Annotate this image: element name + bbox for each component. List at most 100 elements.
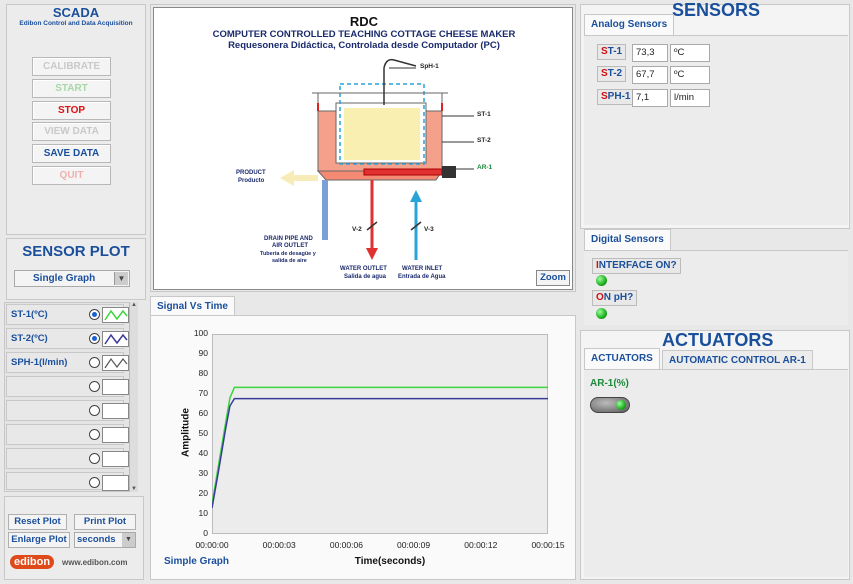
- y-tick-label: 10: [198, 508, 208, 518]
- water-inlet-label: WATER INLET: [402, 266, 443, 272]
- st2-value: 67,7: [632, 66, 668, 84]
- channel-radio[interactable]: [89, 309, 100, 320]
- channel-line-preview: [102, 403, 129, 419]
- graph-footer-label: Simple Graph: [164, 556, 230, 567]
- on-ph-indicator: ON pH?: [592, 290, 638, 306]
- channel-row[interactable]: ST-1(ºC): [6, 304, 129, 325]
- reset-plot-button[interactable]: Reset Plot: [8, 514, 67, 530]
- cheese-content: [344, 108, 420, 160]
- ar1-toggle[interactable]: [590, 397, 630, 413]
- calibrate-button[interactable]: CALIBRATE: [32, 57, 111, 76]
- sph1-value: 7,1: [632, 89, 668, 107]
- channel-row-empty[interactable]: [6, 376, 129, 397]
- drain-label-1: DRAIN PIPE AND: [264, 236, 313, 242]
- sensor-tag-st1: ST-1: [597, 44, 627, 60]
- x-tick-label: 00:00:15: [531, 540, 565, 550]
- st1-label: ST-1: [477, 111, 491, 118]
- channel-line-preview: [102, 379, 129, 395]
- channel-row-empty[interactable]: [6, 424, 129, 445]
- zoom-button[interactable]: Zoom: [536, 270, 570, 286]
- sensors-title: SENSORS: [672, 0, 761, 20]
- heating-element: [363, 168, 443, 176]
- scroll-up-icon[interactable]: ▲: [130, 302, 138, 308]
- x-tick-label: 00:00:06: [329, 540, 363, 550]
- graph-mode-select[interactable]: Single Graph ▼: [14, 270, 130, 287]
- tab-automatic-control-ar1[interactable]: AUTOMATIC CONTROL AR-1: [662, 350, 813, 370]
- sph1-unit: l/min: [670, 89, 710, 107]
- channel-scrollbar[interactable]: ▲ ▼: [129, 302, 138, 492]
- y-tick-label: 20: [198, 488, 208, 498]
- view-data-button[interactable]: VIEW DATA: [32, 122, 111, 141]
- ar1-led: [616, 400, 626, 410]
- channel-line-preview: [102, 331, 129, 347]
- quit-button[interactable]: QUIT: [32, 166, 111, 185]
- channel-label: ST-2(ºC): [11, 333, 48, 344]
- product-label: PRODUCT: [236, 170, 266, 176]
- edibon-url: www.edibon.com: [62, 558, 128, 567]
- water-inlet-label-es: Entrada de Agua: [398, 274, 446, 280]
- channel-label: ST-1(ºC): [11, 309, 48, 320]
- y-tick-label: 50: [198, 428, 208, 438]
- y-tick-label: 90: [198, 348, 208, 358]
- st1-unit: ºC: [670, 44, 710, 62]
- ar1-label: AR-1(%): [590, 378, 629, 389]
- process-diagram: RDC COMPUTER CONTROLLED TEACHING COTTAGE…: [153, 7, 573, 290]
- channel-radio[interactable]: [89, 333, 100, 344]
- drain-pipe: [322, 180, 328, 240]
- channel-radio[interactable]: [89, 453, 100, 464]
- sensor-plot-title: SENSOR PLOT: [22, 243, 130, 260]
- channel-radio[interactable]: [89, 405, 100, 416]
- sph1-label: SpH-1: [420, 63, 439, 70]
- channel-line-preview: [102, 355, 129, 371]
- start-button[interactable]: START: [32, 79, 111, 98]
- tab-signal-vs-time[interactable]: Signal Vs Time: [150, 296, 235, 316]
- time-unit-value: seconds: [77, 534, 116, 545]
- channel-row-empty[interactable]: [6, 472, 129, 491]
- chevron-down-icon: ▼: [122, 533, 135, 547]
- water-outlet-label-es: Salida de agua: [344, 274, 387, 280]
- st1-value: 73,3: [632, 44, 668, 62]
- sensor-plot-panel: SENSOR PLOT: [6, 238, 146, 300]
- y-tick-label: 60: [198, 408, 208, 418]
- tab-digital-sensors[interactable]: Digital Sensors: [584, 229, 671, 251]
- product-label-es: Producto: [238, 178, 265, 184]
- v3-label: V-3: [424, 226, 434, 233]
- drain-label-es-2: salida de aire: [272, 258, 307, 264]
- channel-radio[interactable]: [89, 381, 100, 392]
- channel-radio[interactable]: [89, 477, 100, 488]
- y-tick-label: 40: [198, 448, 208, 458]
- ar1-connector: [442, 166, 456, 178]
- channel-row[interactable]: ST-2(ºC): [6, 328, 129, 349]
- actuators-title: ACTUATORS: [662, 330, 774, 350]
- print-plot-button[interactable]: Print Plot: [74, 514, 136, 530]
- tab-analog-sensors[interactable]: Analog Sensors: [584, 14, 675, 36]
- scroll-down-icon[interactable]: ▼: [130, 486, 138, 492]
- channel-radio[interactable]: [89, 357, 100, 368]
- time-unit-select[interactable]: seconds ▼: [74, 532, 136, 548]
- sph1-probe: [383, 58, 417, 105]
- st2-label: ST-2: [477, 137, 491, 144]
- x-tick-label: 00:00:09: [397, 540, 431, 550]
- y-tick-label: 0: [203, 528, 208, 538]
- enlarge-plot-button[interactable]: Enlarge Plot: [8, 532, 70, 548]
- x-axis-label: Time(seconds): [354, 556, 426, 567]
- channel-line-preview: [102, 451, 129, 467]
- product-arrow: [280, 170, 318, 186]
- channel-row[interactable]: SPH-1(l/min): [6, 352, 129, 373]
- scada-title: SCADA: [52, 5, 100, 20]
- x-tick-label: 00:00:12: [464, 540, 498, 550]
- y-axis-label: Amplitude: [180, 408, 192, 457]
- channel-row-empty[interactable]: [6, 448, 129, 469]
- save-data-button[interactable]: SAVE DATA: [32, 144, 111, 163]
- channel-row-empty[interactable]: [6, 400, 129, 421]
- water-outlet-arrow: [366, 248, 378, 260]
- ar1-label: AR-1: [477, 164, 493, 171]
- channel-line-preview: [102, 427, 129, 443]
- series-line: [212, 397, 548, 509]
- plot-lines: [212, 386, 548, 509]
- channel-radio[interactable]: [89, 429, 100, 440]
- stop-button[interactable]: STOP: [32, 101, 111, 120]
- drain-label-es-1: Tubería de desagüe y: [260, 251, 316, 257]
- tab-actuators[interactable]: ACTUATORS: [584, 348, 660, 370]
- sensor-tag-st2: ST-2: [597, 66, 627, 82]
